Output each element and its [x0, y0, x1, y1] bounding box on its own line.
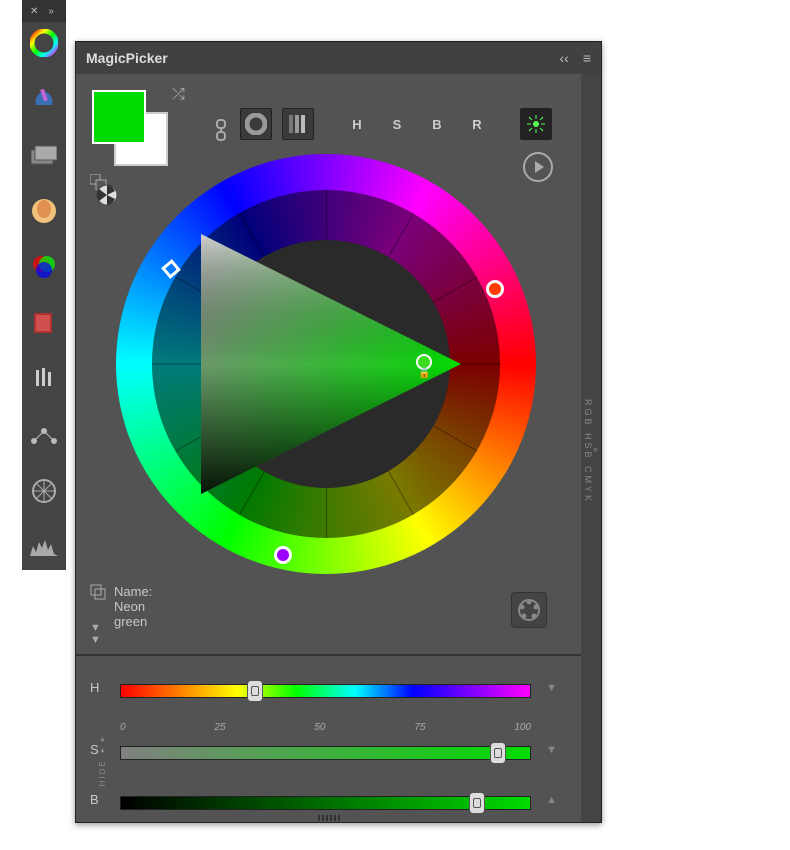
tick-0: 0 — [120, 722, 126, 733]
hue-marker-comp1[interactable] — [486, 280, 504, 298]
gradient-stripes-button[interactable] — [282, 108, 314, 140]
hide-label[interactable]: HIDE ▾▾ — [98, 733, 107, 786]
dock-tool-portrait[interactable] — [22, 190, 66, 246]
hue-slider[interactable]: H ▼ — [120, 674, 531, 710]
dock-tool-nav[interactable] — [22, 470, 66, 526]
sat-thumb[interactable] — [490, 742, 506, 764]
sat-caret-icon[interactable]: ▼ — [546, 744, 557, 756]
bri-label: B — [90, 792, 99, 807]
bri-thumb[interactable] — [469, 792, 485, 814]
color-name-label: Name: — [114, 584, 152, 599]
link-colors-icon[interactable] — [214, 118, 228, 147]
dock-tool-mixer[interactable] — [22, 78, 66, 134]
panel-collapse-icon[interactable]: ‹‹ — [560, 50, 569, 66]
swatch-pair[interactable] — [90, 88, 162, 160]
color-name-value-1: Neon — [114, 599, 145, 614]
dock-tool-rgb[interactable] — [22, 246, 66, 302]
tick-50: 50 — [314, 722, 325, 733]
swap-colors-icon[interactable]: ⤮ — [172, 86, 185, 104]
colorspace-rail[interactable]: « RGB HSB CMYK — [581, 74, 601, 822]
dock-tool-swatches[interactable] — [22, 134, 66, 190]
hue-caret-icon[interactable]: ▼ — [546, 682, 557, 694]
rail-collapse-icon[interactable]: « — [593, 444, 601, 454]
dock-tool-histogram[interactable] — [22, 526, 66, 582]
dock-tabstrip: ✕ » — [22, 0, 66, 570]
dock-tool-colorwheel[interactable] — [22, 22, 66, 78]
mode-b-button[interactable]: B — [422, 109, 452, 139]
tick-75: 75 — [414, 722, 425, 733]
mode-s-button[interactable]: S — [382, 109, 412, 139]
lock-icon: 🔒 — [418, 368, 430, 379]
panel-menu-icon[interactable]: ≡ — [583, 50, 591, 66]
mode-h-button[interactable]: H — [342, 109, 372, 139]
tone-ring-button[interactable] — [240, 108, 272, 140]
dock-expand-icon[interactable]: » — [48, 6, 54, 17]
panel-title: MagicPicker — [86, 50, 168, 66]
copy-color-icon[interactable] — [90, 584, 106, 603]
gamut-lock-button[interactable] — [520, 108, 552, 140]
magicpicker-panel: MagicPicker ‹‹ ≡ ⤮ — [75, 41, 602, 823]
dock-close-icon[interactable]: ✕ — [30, 6, 38, 17]
tick-100: 100 — [514, 722, 531, 733]
color-scheme-button[interactable] — [511, 592, 547, 628]
mode-r-button[interactable]: R — [462, 109, 492, 139]
expand-name-icon[interactable]: ▼▼ — [90, 622, 101, 646]
dock-tool-curves[interactable] — [22, 414, 66, 470]
tick-25: 25 — [214, 722, 225, 733]
dock-tool-brushes[interactable] — [22, 358, 66, 414]
resize-grabber[interactable] — [309, 815, 349, 821]
bri-caret-icon[interactable]: ▲ — [546, 794, 557, 806]
hsb-sliders: H ▼ 0 25 50 75 100 S — [76, 654, 581, 822]
color-name-value-2: green — [114, 614, 147, 629]
foreground-swatch[interactable] — [92, 90, 146, 144]
color-wheel[interactable]: 🔒 — [116, 154, 536, 574]
hue-thumb[interactable] — [247, 680, 263, 702]
dock-tool-book[interactable] — [22, 302, 66, 358]
hue-label: H — [90, 680, 99, 695]
saturation-slider[interactable]: 0 25 50 75 100 S ▼ — [120, 736, 531, 772]
scheme-wheel-icon[interactable] — [96, 184, 118, 206]
hue-marker-comp2[interactable] — [274, 546, 292, 564]
colorspace-label: RGB HSB CMYK — [583, 399, 593, 504]
